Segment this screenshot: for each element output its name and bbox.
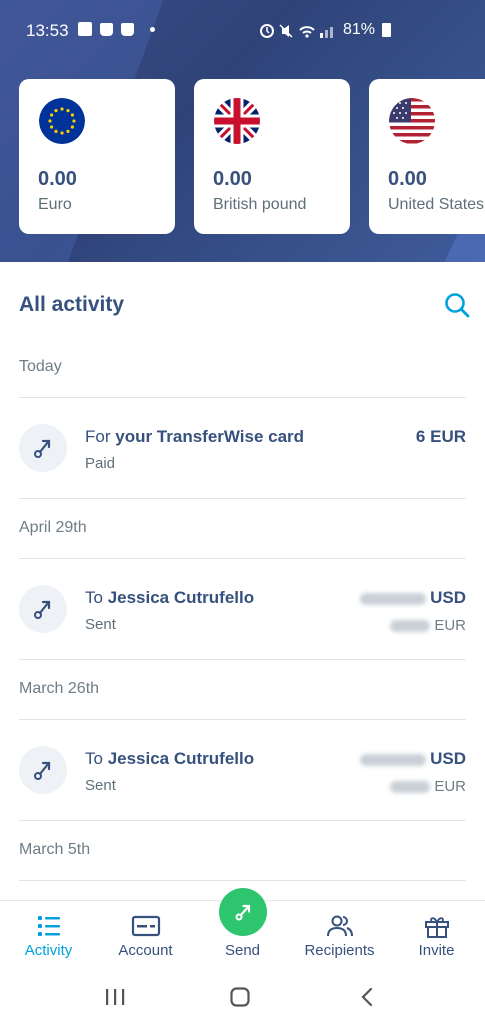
gift-icon	[424, 917, 449, 938]
status-time: 13:53	[26, 21, 69, 40]
date-heading: April 29th	[19, 519, 87, 536]
nav-label: Invite	[418, 942, 455, 959]
date-heading: March 26th	[19, 680, 100, 697]
balance-amount: 0.00	[213, 168, 252, 190]
back-icon[interactable]	[358, 986, 376, 1008]
nav-account[interactable]: Account	[97, 901, 194, 973]
shopping-notification-icon	[100, 22, 113, 36]
transaction-status: Sent	[85, 777, 116, 794]
send-icon	[235, 904, 250, 921]
balance-currency: British pound	[213, 196, 307, 213]
transaction-row[interactable]: To Jessica Cutrufello Sent USD EUR	[19, 720, 466, 820]
divider	[19, 659, 466, 660]
redacted-amount	[390, 620, 431, 633]
nav-invite[interactable]: Invite	[388, 901, 485, 973]
nav-label: Send	[224, 942, 261, 959]
shopping-notification-icon	[121, 22, 134, 36]
battery-percent: 81%	[343, 21, 376, 38]
balance-card-eur[interactable]: 0.00 Euro	[19, 79, 175, 234]
recipients-icon	[326, 915, 353, 937]
transaction-amount: USD	[360, 588, 466, 608]
send-button[interactable]	[218, 888, 267, 936]
system-status-icons	[260, 24, 333, 38]
transaction-status: Sent	[85, 616, 116, 633]
transfer-icon	[19, 585, 67, 633]
uk-flag-icon	[214, 98, 260, 144]
divider	[19, 880, 466, 881]
balance-card-gbp[interactable]: 0.00 British pound	[194, 79, 350, 234]
redacted-amount	[360, 753, 427, 766]
status-bar: 13:53 81%	[0, 0, 485, 62]
balance-currency: United States	[388, 196, 485, 213]
transaction-amount: 6 EUR	[415, 427, 466, 446]
card-icon	[131, 915, 160, 937]
battery-icon	[382, 23, 391, 37]
date-heading: Today	[19, 358, 62, 375]
nav-label: Account	[118, 942, 173, 959]
home-icon[interactable]	[229, 986, 251, 1008]
transaction-row[interactable]: For your TransferWise card Paid 6 EUR	[19, 398, 466, 498]
balance-amount: 0.00	[388, 168, 427, 190]
balance-card-usd[interactable]: 0.00 United States	[369, 79, 485, 234]
transaction-title: For your TransferWise card	[85, 427, 305, 446]
transaction-amount-secondary: EUR	[390, 617, 466, 634]
transaction-amount: USD	[360, 749, 466, 769]
redacted-amount	[360, 592, 427, 605]
gallery-notification-icon	[78, 22, 92, 36]
more-notifications-icon	[150, 26, 155, 32]
nav-label: Recipients	[304, 942, 375, 959]
transaction-amount-secondary: EUR	[390, 778, 466, 795]
transaction-title: To Jessica Cutrufello	[85, 588, 255, 607]
recent-apps-icon[interactable]	[104, 987, 126, 1007]
transaction-status: Paid	[85, 455, 116, 472]
nav-recipients[interactable]: Recipients	[291, 901, 388, 973]
transfer-icon	[19, 746, 67, 794]
divider	[19, 498, 466, 499]
bottom-navigation: Activity Account Send Recipients Invite	[0, 888, 485, 973]
eu-flag-icon	[39, 98, 85, 144]
us-flag-icon	[389, 98, 435, 144]
transfer-icon	[19, 424, 67, 472]
date-heading: March 5th	[19, 841, 91, 858]
nav-send[interactable]: Send	[194, 888, 291, 973]
balances-header: 13:53 81% 0.00 Euro 0.00 British pound 0…	[0, 0, 485, 262]
redacted-amount	[390, 781, 431, 794]
nav-activity[interactable]: Activity	[0, 901, 97, 973]
balance-amount: 0.00	[38, 168, 77, 190]
transaction-row[interactable]: To Jessica Cutrufello Sent USD EUR	[19, 559, 466, 659]
balance-currency: Euro	[38, 196, 72, 213]
divider	[19, 820, 466, 821]
nav-label: Activity	[24, 942, 73, 959]
page-title: All activity	[19, 293, 125, 316]
transaction-title: To Jessica Cutrufello	[85, 749, 255, 768]
search-icon[interactable]	[443, 291, 471, 319]
balance-cards: 0.00 Euro 0.00 British pound 0.00 United…	[19, 79, 485, 234]
system-navigation-bar	[0, 972, 485, 1024]
list-icon	[37, 916, 60, 936]
